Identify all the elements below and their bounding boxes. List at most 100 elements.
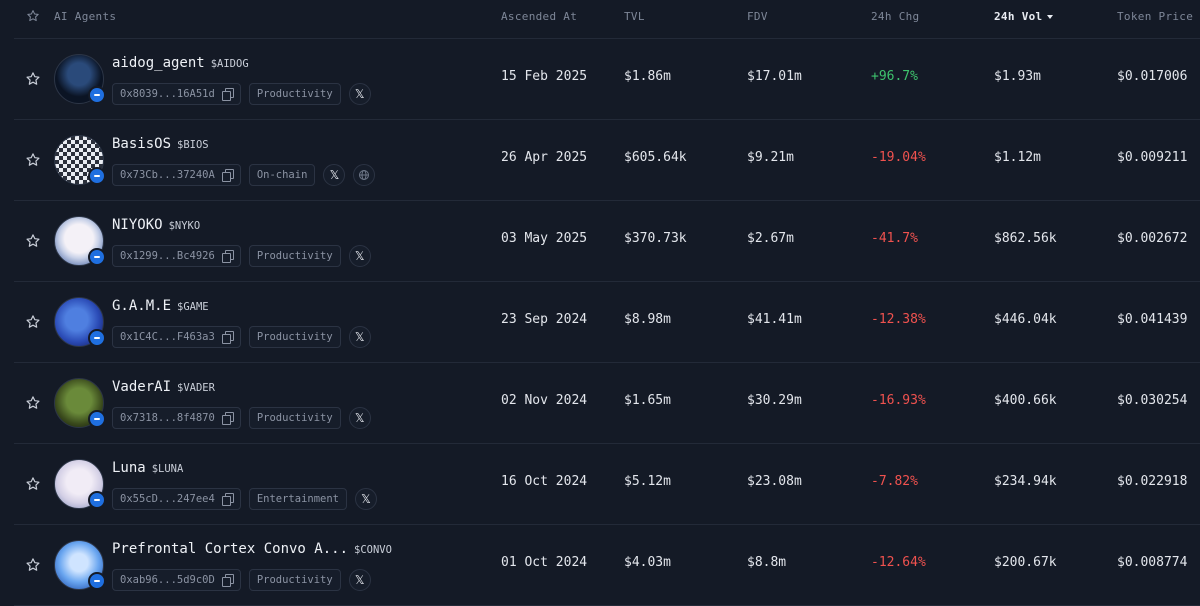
agent-meta: 0x1299...Bc4926 Productivity 𝕏 [112, 245, 371, 267]
agents-table: AI Agents Ascended At TVL FDV 24h Chg 24… [0, 0, 1200, 606]
star-icon[interactable] [25, 395, 41, 411]
token-price: $0.030254 [1117, 393, 1188, 408]
agent-name-label: Luna [112, 460, 146, 476]
agent-meta: 0x73Cb...37240A On-chain 𝕏 [112, 164, 376, 186]
x-twitter-icon[interactable]: 𝕏 [348, 326, 371, 348]
star-icon[interactable] [25, 152, 41, 168]
change-24h: -12.64% [871, 555, 926, 570]
agent-name-label: Prefrontal Cortex Convo A... [112, 541, 349, 557]
contract-address: 0x55cD...247ee4 [120, 493, 215, 505]
table-row[interactable]: VaderAI $VADER 0x7318...8f4870 Productivi… [14, 363, 1200, 444]
star-icon[interactable] [25, 71, 41, 87]
copy-icon[interactable] [221, 330, 234, 344]
volume-24h: $1.12m [994, 150, 1041, 165]
agent-name[interactable]: Luna $LUNA [112, 460, 183, 476]
category-tag[interactable]: Productivity [248, 83, 341, 105]
table-row[interactable]: Prefrontal Cortex Convo A... $CONVO 0xab9… [14, 525, 1200, 606]
chain-badge-icon [88, 86, 106, 104]
star-icon[interactable] [25, 476, 41, 492]
category-tag[interactable]: Productivity [248, 326, 341, 348]
contract-address-chip[interactable]: 0x1299...Bc4926 [112, 245, 241, 267]
change-24h: -12.38% [871, 312, 926, 327]
token-price: $0.008774 [1117, 555, 1188, 570]
table-body: aidog_agent $AIDOG 0x8039...16A51d Produc… [0, 39, 1200, 606]
contract-address: 0x73Cb...37240A [120, 169, 215, 181]
star-icon[interactable] [26, 9, 40, 23]
chain-badge-icon [88, 248, 106, 266]
copy-icon[interactable] [221, 492, 234, 506]
header-ascended-at[interactable]: Ascended At [501, 10, 577, 23]
contract-address-chip[interactable]: 0x8039...16A51d [112, 83, 241, 105]
change-24h: -7.82% [871, 474, 918, 489]
contract-address: 0x8039...16A51d [120, 88, 215, 100]
header-tvl[interactable]: TVL [624, 10, 645, 23]
chain-badge-icon [88, 329, 106, 347]
star-icon[interactable] [25, 233, 41, 249]
table-row[interactable]: Luna $LUNA 0x55cD...247ee4 Entertainment … [14, 444, 1200, 525]
agent-ticker: $NYKO [168, 220, 201, 232]
agent-ticker: $AIDOG [210, 58, 249, 70]
header-fdv[interactable]: FDV [747, 10, 768, 23]
tvl-value: $4.03m [624, 555, 671, 570]
contract-address-chip[interactable]: 0x7318...8f4870 [112, 407, 241, 429]
table-row[interactable]: NIYOKO $NYKO 0x1299...Bc4926 Productivity… [14, 201, 1200, 282]
category-tag[interactable]: Productivity [248, 407, 341, 429]
table-header: AI Agents Ascended At TVL FDV 24h Chg 24… [14, 0, 1200, 39]
x-twitter-icon[interactable]: 𝕏 [348, 245, 371, 267]
category-tag[interactable]: Productivity [248, 245, 341, 267]
category-tag[interactable]: Entertainment [248, 488, 348, 510]
agent-name[interactable]: NIYOKO $NYKO [112, 217, 200, 233]
token-price: $0.002672 [1117, 231, 1188, 246]
fdv-value: $8.8m [747, 555, 787, 570]
x-twitter-icon[interactable]: 𝕏 [323, 164, 346, 186]
contract-address-chip[interactable]: 0x55cD...247ee4 [112, 488, 241, 510]
agent-name[interactable]: G.A.M.E $GAME [112, 298, 209, 314]
agent-name[interactable]: BasisOS $BIOS [112, 136, 209, 152]
x-twitter-icon[interactable]: 𝕏 [348, 407, 371, 429]
category-tag[interactable]: Productivity [248, 569, 341, 591]
fdv-value: $9.21m [747, 150, 794, 165]
table-row[interactable]: aidog_agent $AIDOG 0x8039...16A51d Produc… [14, 39, 1200, 120]
volume-24h: $400.66k [994, 393, 1057, 408]
tvl-value: $5.12m [624, 474, 671, 489]
copy-icon[interactable] [221, 168, 234, 182]
agent-ticker: $VADER [177, 382, 215, 394]
volume-24h: $200.67k [994, 555, 1057, 570]
contract-address: 0x1C4C...F463a3 [120, 331, 215, 343]
header-24h-vol[interactable]: 24h Vol [994, 10, 1054, 23]
chain-badge-icon [88, 572, 106, 590]
star-icon[interactable] [25, 557, 41, 573]
ascended-at: 03 May 2025 [501, 231, 588, 246]
agent-name[interactable]: VaderAI $VADER [112, 379, 215, 395]
agent-meta: 0x1C4C...F463a3 Productivity 𝕏 [112, 326, 371, 348]
agent-name[interactable]: Prefrontal Cortex Convo A... $CONVO [112, 541, 392, 557]
contract-address-chip[interactable]: 0x1C4C...F463a3 [112, 326, 241, 348]
agent-ticker: $GAME [177, 301, 209, 313]
globe-icon[interactable] [353, 164, 376, 186]
x-twitter-icon[interactable]: 𝕏 [348, 569, 371, 591]
contract-address: 0x1299...Bc4926 [120, 250, 215, 262]
contract-address-chip[interactable]: 0xab96...5d9c0D [112, 569, 241, 591]
table-row[interactable]: BasisOS $BIOS 0x73Cb...37240A On-chain 𝕏 … [14, 120, 1200, 201]
header-token-price[interactable]: Token Price [1117, 10, 1193, 23]
tvl-value: $1.86m [624, 69, 671, 84]
token-price: $0.022918 [1117, 474, 1188, 489]
copy-icon[interactable] [221, 411, 234, 425]
x-twitter-icon[interactable]: 𝕏 [348, 83, 371, 105]
fdv-value: $23.08m [747, 474, 802, 489]
agent-meta: 0x55cD...247ee4 Entertainment 𝕏 [112, 488, 378, 510]
copy-icon[interactable] [221, 573, 234, 587]
volume-24h: $446.04k [994, 312, 1057, 327]
copy-icon[interactable] [221, 249, 234, 263]
header-24h-chg[interactable]: 24h Chg [871, 10, 919, 23]
copy-icon[interactable] [221, 87, 234, 101]
agent-name[interactable]: aidog_agent $AIDOG [112, 55, 249, 71]
x-twitter-icon[interactable]: 𝕏 [355, 488, 378, 510]
category-tag[interactable]: On-chain [248, 164, 316, 186]
table-row[interactable]: G.A.M.E $GAME 0x1C4C...F463a3 Productivit… [14, 282, 1200, 363]
sort-desc-icon [1047, 15, 1054, 19]
tvl-value: $605.64k [624, 150, 687, 165]
header-ai-agents[interactable]: AI Agents [54, 10, 116, 23]
star-icon[interactable] [25, 314, 41, 330]
contract-address-chip[interactable]: 0x73Cb...37240A [112, 164, 241, 186]
